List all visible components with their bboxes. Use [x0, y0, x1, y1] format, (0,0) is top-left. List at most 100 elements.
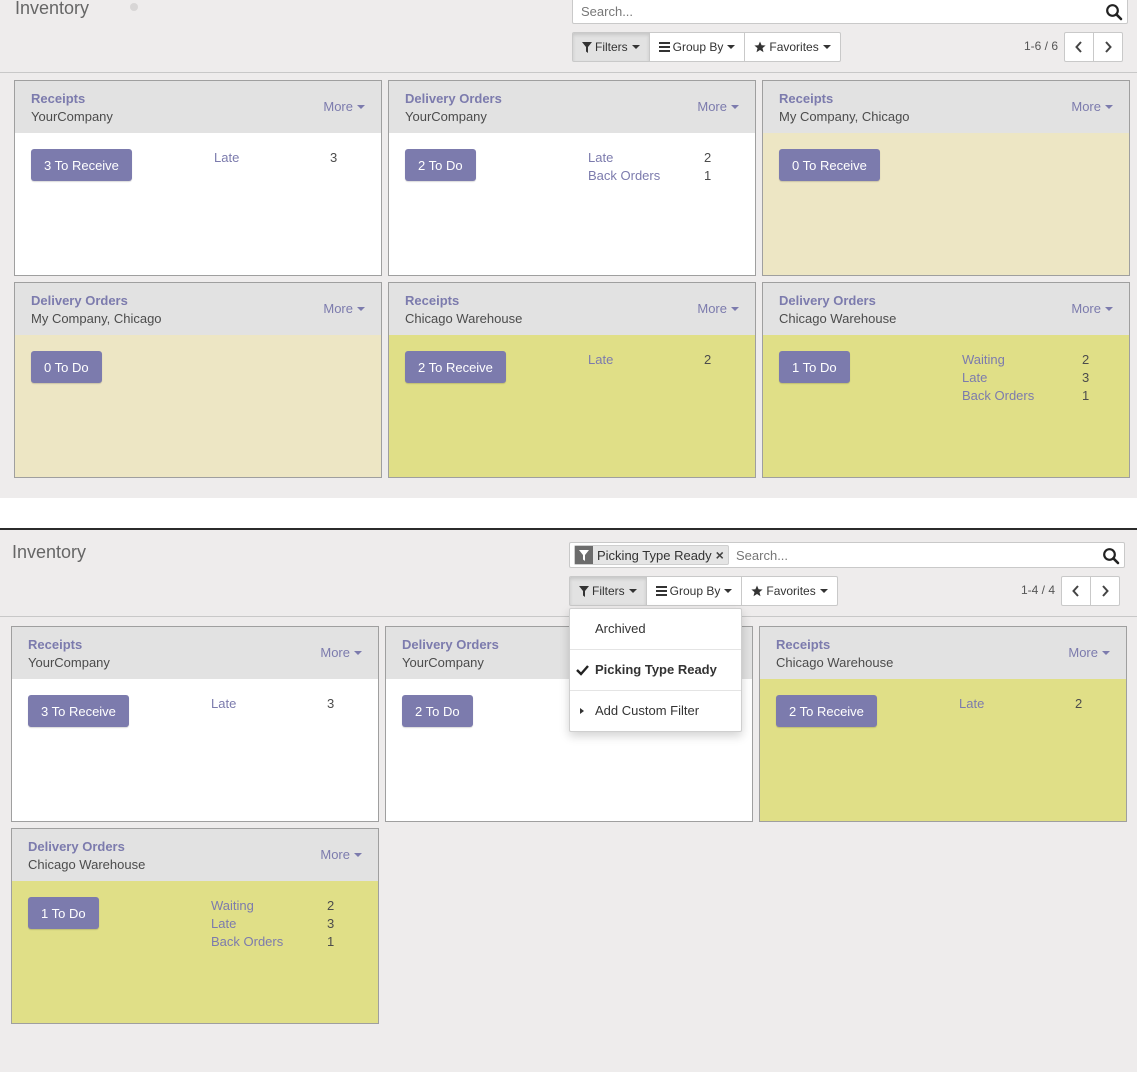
more-dropdown[interactable]: More — [323, 301, 365, 316]
more-label: More — [697, 301, 727, 316]
groupby-button[interactable]: Group By — [648, 32, 746, 62]
chevron-left-icon — [1072, 585, 1079, 597]
chevron-right-icon — [1102, 585, 1109, 597]
card-action-button[interactable]: 2 To Do — [402, 695, 473, 727]
card-title[interactable]: Receipts — [31, 91, 85, 106]
card-title[interactable]: Receipts — [776, 637, 830, 652]
card-action-button[interactable]: 3 To Receive — [28, 695, 129, 727]
card-action-button[interactable]: 1 To Do — [28, 897, 99, 929]
stat-count: 3 — [1082, 370, 1090, 385]
search-input[interactable] — [734, 543, 1094, 567]
card-subtitle: My Company, Chicago — [779, 109, 910, 124]
stat-count: 1 — [327, 934, 335, 949]
card-action-button[interactable]: 0 To Receive — [779, 149, 880, 181]
card-title[interactable]: Delivery Orders — [402, 637, 499, 652]
more-label: More — [1068, 645, 1098, 660]
close-icon[interactable]: × — [716, 548, 724, 562]
stat-row: Late 3 — [211, 695, 351, 713]
card-title[interactable]: Delivery Orders — [28, 839, 125, 854]
card-action-button[interactable]: 2 To Do — [405, 149, 476, 181]
more-dropdown[interactable]: More — [1068, 645, 1110, 660]
card-title[interactable]: Delivery Orders — [779, 293, 876, 308]
card-action-button[interactable]: 3 To Receive — [31, 149, 132, 181]
more-dropdown[interactable]: More — [320, 847, 362, 862]
stat-link[interactable]: Late — [959, 695, 984, 713]
more-dropdown[interactable]: More — [697, 301, 739, 316]
more-label: More — [323, 301, 353, 316]
breadcrumb-title[interactable]: Inventory — [15, 0, 89, 19]
more-dropdown[interactable]: More — [1071, 99, 1113, 114]
card-title[interactable]: Delivery Orders — [405, 91, 502, 106]
caret-down-icon — [1102, 650, 1110, 655]
stat-link[interactable]: Waiting — [962, 351, 1005, 369]
card-subtitle: YourCompany — [31, 109, 113, 124]
stat-link[interactable]: Late — [214, 149, 239, 167]
search-input[interactable] — [579, 0, 1099, 23]
stat-link[interactable]: Late — [211, 915, 236, 933]
control-panel-divider — [0, 72, 1137, 73]
stat-count: 3 — [330, 150, 338, 165]
add-custom-filter[interactable]: Add Custom Filter — [570, 691, 741, 731]
favorites-label: Favorites — [769, 40, 819, 54]
operation-card: Receipts YourCompany More 3 To Receive Late 3 — [11, 626, 379, 822]
search-icon[interactable] — [1102, 547, 1120, 565]
stat-row: Late 3 — [962, 369, 1102, 387]
card-header: Delivery Orders YourCompany More — [389, 81, 755, 133]
card-stats: Waiting 2 Late 3 Back Orders 1 — [962, 351, 1102, 405]
card-subtitle: My Company, Chicago — [31, 311, 162, 326]
card-action-button[interactable]: 0 To Do — [31, 351, 102, 383]
stat-link[interactable]: Back Orders — [962, 387, 1034, 405]
filters-button[interactable]: Filters — [569, 576, 647, 606]
filters-label: Filters — [592, 584, 625, 598]
more-dropdown[interactable]: More — [323, 99, 365, 114]
stat-link[interactable]: Late — [588, 351, 613, 369]
filter-option-archived[interactable]: Archived — [570, 609, 741, 649]
caret-down-icon — [357, 104, 365, 109]
pager-value[interactable]: 1-4 / 4 — [1021, 583, 1055, 597]
card-stats: Late 3 — [214, 149, 354, 167]
card-title[interactable]: Receipts — [779, 91, 833, 106]
groupby-button[interactable]: Group By — [645, 576, 743, 606]
favorites-label: Favorites — [766, 584, 816, 598]
stat-link[interactable]: Late — [211, 695, 236, 713]
filter-icon — [579, 585, 589, 597]
stat-link[interactable]: Late — [588, 149, 613, 167]
filter-option-picking-type-ready[interactable]: Picking Type Ready — [570, 650, 741, 690]
search-icon[interactable] — [1105, 3, 1123, 21]
stat-link[interactable]: Back Orders — [211, 933, 283, 951]
caret-down-icon — [354, 852, 362, 857]
pager-value[interactable]: 1-6 / 6 — [1024, 39, 1058, 53]
filters-button[interactable]: Filters — [572, 32, 650, 62]
more-dropdown[interactable]: More — [697, 99, 739, 114]
stat-link[interactable]: Waiting — [211, 897, 254, 915]
chevron-right-icon — [1105, 41, 1112, 53]
filter-option-label: Picking Type Ready — [595, 662, 717, 677]
card-title[interactable]: Delivery Orders — [31, 293, 128, 308]
pager-previous[interactable] — [1064, 32, 1094, 62]
pager-next[interactable] — [1093, 32, 1123, 62]
caret-down-icon — [357, 306, 365, 311]
card-action-button[interactable]: 2 To Receive — [405, 351, 506, 383]
stat-count: 2 — [1075, 696, 1083, 711]
card-title[interactable]: Receipts — [405, 293, 459, 308]
card-action-button[interactable]: 1 To Do — [779, 351, 850, 383]
card-header: Receipts Chicago Warehouse More — [760, 627, 1126, 679]
operation-card: Delivery Orders YourCompany More 2 To Do Lat… — [388, 80, 756, 276]
card-header: Receipts My Company, Chicago More — [763, 81, 1129, 133]
card-header: Receipts Chicago Warehouse More — [389, 283, 755, 335]
card-subtitle: Chicago Warehouse — [779, 311, 897, 326]
card-title[interactable]: Receipts — [28, 637, 82, 652]
favorites-button[interactable]: Favorites — [741, 576, 838, 606]
card-action-button[interactable]: 2 To Receive — [776, 695, 877, 727]
pager-previous[interactable] — [1061, 576, 1091, 606]
caret-down-icon — [354, 650, 362, 655]
stat-link[interactable]: Back Orders — [588, 167, 660, 185]
more-dropdown[interactable]: More — [320, 645, 362, 660]
more-dropdown[interactable]: More — [1071, 301, 1113, 316]
breadcrumb-title[interactable]: Inventory — [12, 542, 86, 563]
filters-label: Filters — [595, 40, 628, 54]
pager-next[interactable] — [1090, 576, 1120, 606]
favorites-button[interactable]: Favorites — [744, 32, 841, 62]
card-header: Delivery Orders Chicago Warehouse More — [763, 283, 1129, 335]
stat-link[interactable]: Late — [962, 369, 987, 387]
